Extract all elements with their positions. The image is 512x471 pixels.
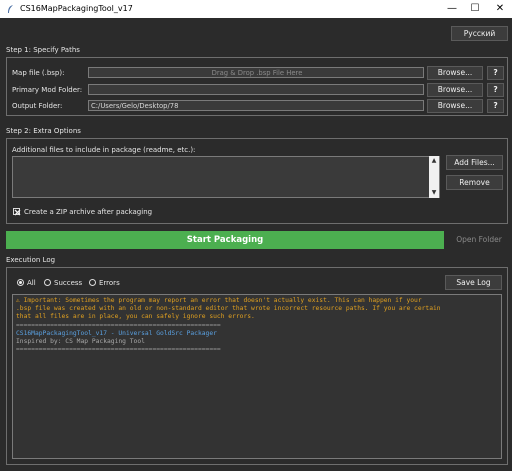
filter-errors-radio[interactable] <box>89 279 96 286</box>
save-log-button[interactable]: Save Log <box>445 275 502 290</box>
additional-files-list[interactable] <box>12 156 440 198</box>
title-bar: CS16MapPackagingTool_v17 — ☐ ✕ <box>0 0 512 18</box>
output-folder-input[interactable]: C:/Users/Gelo/Desktop/78 <box>88 100 424 111</box>
log-line: that all files are in place, you can saf… <box>16 313 255 321</box>
zip-checkbox[interactable] <box>13 208 21 216</box>
map-browse-button[interactable]: Browse... <box>427 66 483 80</box>
output-help-button[interactable]: ? <box>487 99 504 113</box>
filter-errors-label[interactable]: Errors <box>99 279 120 287</box>
scroll-up-icon[interactable]: ▲ <box>429 156 439 166</box>
open-folder-button[interactable]: Open Folder <box>450 231 508 249</box>
log-title: Execution Log <box>6 256 56 264</box>
mod-folder-label: Primary Mod Folder: <box>12 86 83 94</box>
log-line: ========================================… <box>16 321 221 329</box>
output-folder-label: Output Folder: <box>12 102 63 110</box>
maximize-button[interactable]: ☐ <box>463 0 487 18</box>
window-title: CS16MapPackagingTool_v17 <box>20 4 133 13</box>
log-line: CS16MapPackagingTool_v17 - Universal Gol… <box>16 329 217 337</box>
scroll-down-icon[interactable]: ▼ <box>429 188 439 198</box>
feather-icon <box>8 5 13 13</box>
filter-all-label[interactable]: All <box>27 279 36 287</box>
log-line: Inspired by: CS Map Packaging Tool <box>16 338 145 346</box>
map-file-input[interactable]: Drag & Drop .bsp File Here <box>88 67 424 78</box>
language-button[interactable]: Русский <box>451 26 508 41</box>
additional-files-scrollbar[interactable]: ▲ ▼ <box>429 156 439 198</box>
map-file-label: Map file (.bsp): <box>12 69 65 77</box>
mod-browse-button[interactable]: Browse... <box>427 83 483 97</box>
log-line: ========================================… <box>16 346 221 354</box>
filter-success-label[interactable]: Success <box>54 279 82 287</box>
log-line: ⚠ Important: Sometimes the program may r… <box>16 297 422 304</box>
mod-folder-input[interactable] <box>88 84 424 95</box>
additional-files-label: Additional files to include in package (… <box>12 146 196 154</box>
log-output[interactable]: ⚠ Important: Sometimes the program may r… <box>12 294 502 459</box>
filter-all-radio[interactable] <box>17 279 24 286</box>
checkmark-icon <box>14 209 21 216</box>
output-browse-button[interactable]: Browse... <box>427 99 483 113</box>
step2-title: Step 2: Extra Options <box>6 127 81 135</box>
log-line: .bsp file was created with an old or non… <box>16 305 441 313</box>
start-packaging-button[interactable]: Start Packaging <box>6 231 444 249</box>
filter-success-radio[interactable] <box>44 279 51 286</box>
mod-help-button[interactable]: ? <box>487 83 504 97</box>
map-help-button[interactable]: ? <box>487 66 504 80</box>
close-button[interactable]: ✕ <box>488 0 512 18</box>
step1-title: Step 1: Specify Paths <box>6 46 80 54</box>
minimize-button[interactable]: — <box>440 0 464 18</box>
remove-file-button[interactable]: Remove <box>446 175 503 190</box>
zip-label[interactable]: Create a ZIP archive after packaging <box>24 208 152 216</box>
add-files-button[interactable]: Add Files... <box>446 155 503 170</box>
